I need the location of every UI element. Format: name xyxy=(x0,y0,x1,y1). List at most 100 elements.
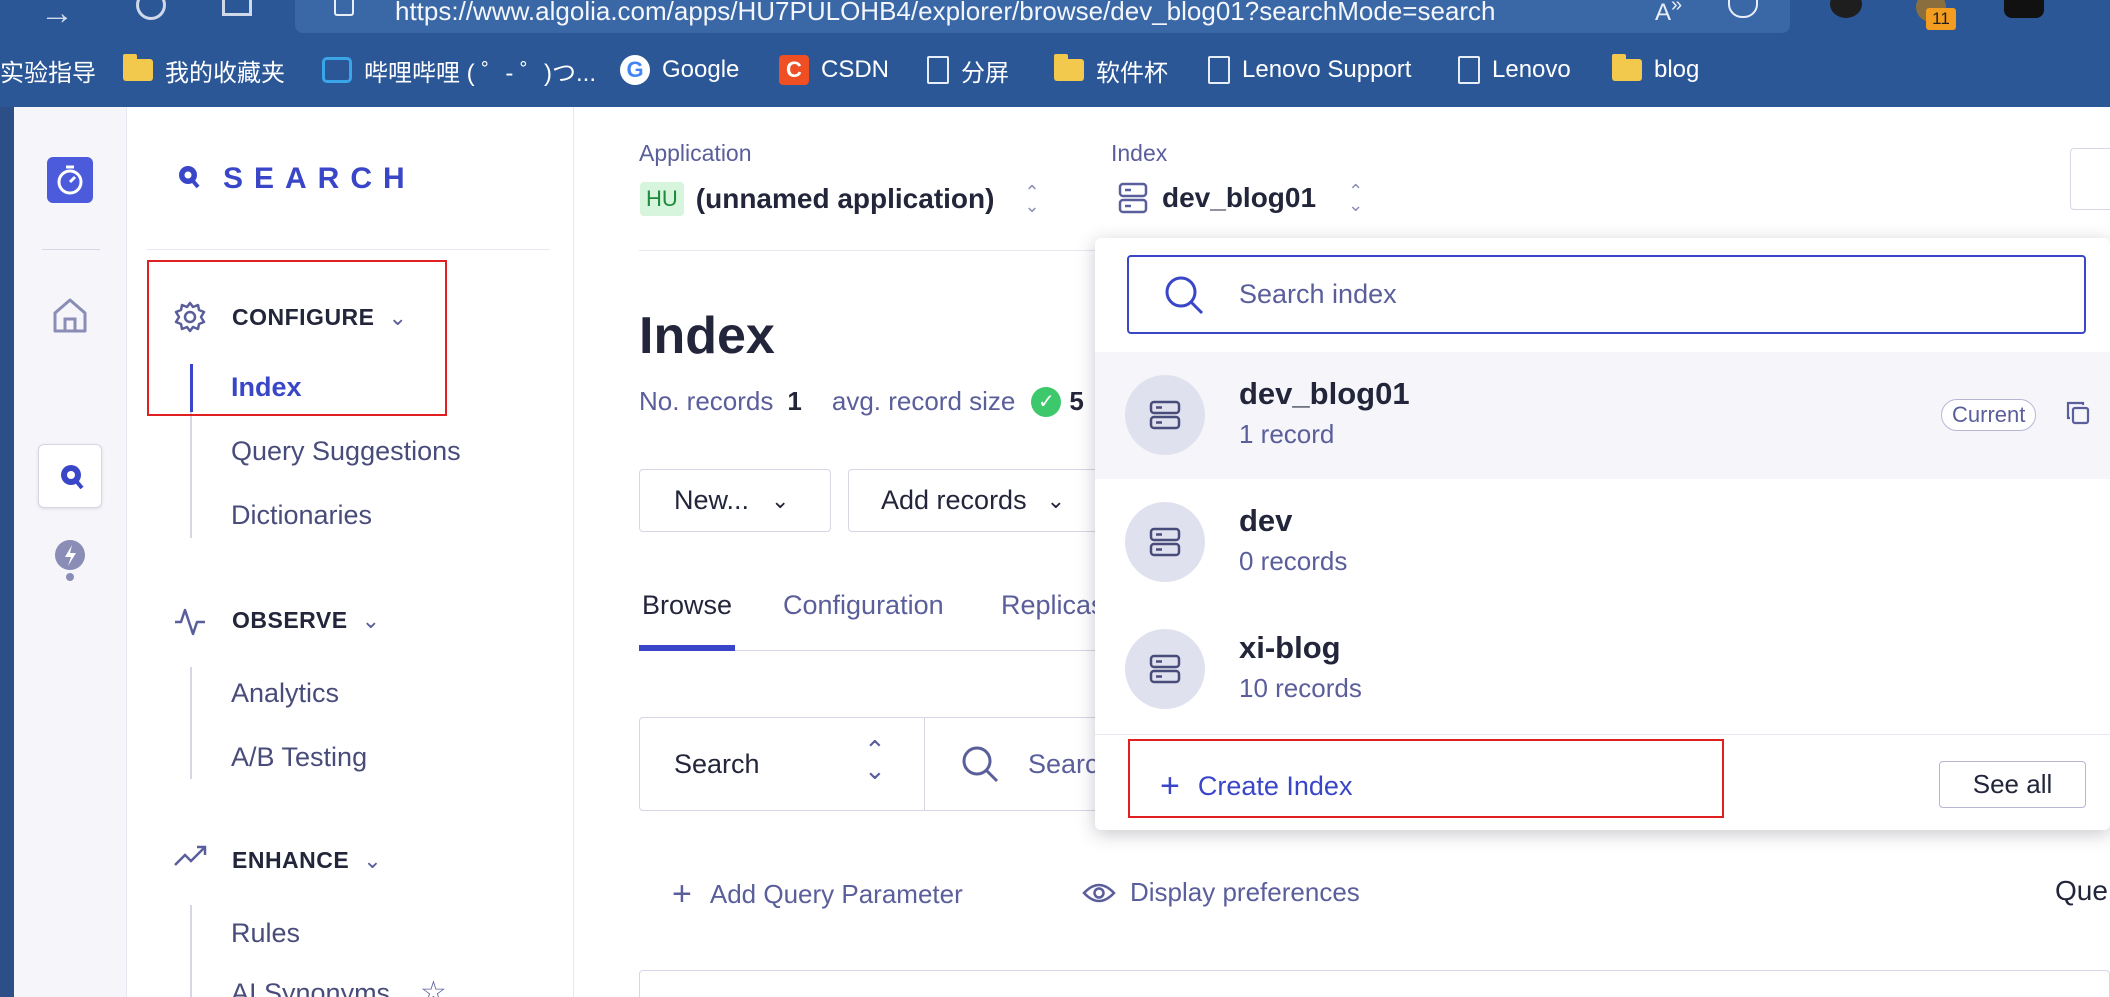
app-name: (unnamed application) xyxy=(695,183,995,214)
selector-arrows-icon: ⌃ ⌄ xyxy=(864,735,886,785)
query-cut-label: Que xyxy=(2055,875,2108,906)
add-query-parameter-button[interactable]: + Add Query Parameter xyxy=(672,875,963,914)
algolia-logo-icon[interactable] xyxy=(47,157,93,203)
chevron-down-icon: ⌄ xyxy=(363,847,383,873)
nav-divider xyxy=(147,249,550,250)
search-mode-select[interactable]: Search ⌃ ⌄ xyxy=(639,717,925,811)
index-search-input[interactable]: Search index xyxy=(1127,255,2086,334)
application-selector[interactable]: HU (unnamed application) ⌃ ⌄ xyxy=(640,182,1040,216)
tab-replicas[interactable]: Replicas xyxy=(1001,590,1105,621)
brand[interactable]: SEARCH xyxy=(177,162,416,196)
search-mode-label: Search xyxy=(674,748,760,779)
index-option-name: xi-blog xyxy=(1239,630,1341,665)
bookmark-3[interactable]: 哔哩哔哩 ( ゜- ゜)つ... xyxy=(322,53,596,87)
highlight-box xyxy=(1128,739,1724,818)
plus-icon: + xyxy=(672,875,692,913)
nav-item-analytics[interactable]: Analytics xyxy=(231,678,339,709)
observe-section-toggle[interactable]: OBSERVE ⌄ xyxy=(232,607,381,634)
bookmark-5[interactable]: C CSDN xyxy=(779,53,889,87)
home-icon[interactable] xyxy=(50,295,90,335)
enhance-section-toggle[interactable]: ENHANCE ⌄ xyxy=(232,847,382,874)
rail-divider xyxy=(42,249,100,250)
enhance-label: ENHANCE xyxy=(232,847,350,873)
bookmark-9[interactable]: Lenovo xyxy=(1458,53,1571,87)
folder-icon xyxy=(1054,54,1084,81)
add-records-label: Add records xyxy=(881,485,1027,515)
current-badge: Current xyxy=(1941,399,2037,431)
index-option-records: 10 records xyxy=(1239,673,1362,703)
nav-item-dictionaries[interactable]: Dictionaries xyxy=(231,500,372,531)
nav-item-rules[interactable]: Rules xyxy=(231,918,300,949)
page-title: Index xyxy=(639,307,775,365)
results-panel xyxy=(639,970,2110,997)
bookmark-label: Google xyxy=(662,56,740,83)
index-option-dev[interactable]: dev 0 records xyxy=(1095,479,2110,606)
nav-item-query-suggestions[interactable]: Query Suggestions xyxy=(231,436,461,467)
check-circle-icon: ✓ xyxy=(1031,386,1062,417)
chevron-down-icon: ⌄ xyxy=(771,487,790,513)
bookmark-10[interactable]: blog xyxy=(1612,53,1699,87)
brand-name: SEARCH xyxy=(223,162,416,195)
folder-icon xyxy=(1612,54,1642,81)
records-value: 1 xyxy=(787,386,802,416)
recommend-icon[interactable] xyxy=(50,537,90,583)
bookmark-label: Lenovo Support xyxy=(1242,56,1412,83)
chevron-down-icon: ⌄ xyxy=(1046,487,1066,513)
current-index-name: dev_blog01 xyxy=(1162,182,1317,213)
profile-icon[interactable] xyxy=(2004,0,2044,18)
eye-icon xyxy=(1082,883,1116,902)
tab-browse[interactable]: Browse xyxy=(642,590,732,621)
header-right-button[interactable] xyxy=(2070,148,2110,210)
home-icon[interactable] xyxy=(222,0,252,16)
bookmark-6[interactable]: 分屏 xyxy=(927,53,1009,87)
extension-icon[interactable] xyxy=(1830,0,1862,18)
bookmark-label: 分屏 xyxy=(961,59,1009,87)
csdn-icon: C xyxy=(779,55,809,85)
index-stats: No. records 1 avg. record size ✓ 5 xyxy=(639,386,1084,417)
index-option-dev-blog01[interactable]: dev_blog01 1 record Current xyxy=(1095,352,2110,479)
index-label: Index xyxy=(1111,140,1168,166)
browser-chrome: → https://www.algolia.com/apps/HU7PULOHB… xyxy=(0,0,2110,107)
index-search-placeholder: Search index xyxy=(1239,279,1397,309)
index-option-xi-blog[interactable]: xi-blog 10 records xyxy=(1095,606,2110,733)
header-divider xyxy=(639,250,1119,251)
url-text[interactable]: https://www.algolia.com/apps/HU7PULOHB4/… xyxy=(395,0,1496,27)
observe-label: OBSERVE xyxy=(232,607,348,633)
nav-item-ai-synonyms[interactable]: AI Synonyms xyxy=(231,978,390,997)
google-icon: G xyxy=(620,55,650,85)
search-icon xyxy=(962,746,999,783)
forward-icon[interactable]: → xyxy=(40,0,74,33)
search-product-button[interactable] xyxy=(38,444,102,508)
tab-configuration[interactable]: Configuration xyxy=(783,590,944,621)
extension-badge-count: 11 xyxy=(1926,8,1956,30)
display-preferences-button[interactable]: Display preferences xyxy=(1082,877,1360,908)
bookmark-label: blog xyxy=(1654,56,1700,83)
bookmark-8[interactable]: Lenovo Support xyxy=(1208,53,1411,87)
bookmark-label: 软件杯 xyxy=(1096,59,1168,87)
bookmark-4[interactable]: G Google xyxy=(620,53,739,87)
see-all-button[interactable]: See all xyxy=(1939,761,2086,808)
app-badge: HU xyxy=(640,182,684,216)
bookmark-7[interactable]: 软件杯 xyxy=(1054,53,1168,87)
records-label: No. records xyxy=(639,386,774,416)
copy-icon[interactable] xyxy=(2065,400,2091,426)
highlight-box xyxy=(147,260,447,416)
refresh-icon[interactable] xyxy=(136,0,166,20)
window-edge xyxy=(0,107,14,997)
index-selector[interactable]: dev_blog01 ⌃ ⌄ xyxy=(1118,182,1363,214)
add-records-button[interactable]: Add records ⌄ xyxy=(848,469,1108,532)
index-option-name: dev xyxy=(1239,503,1293,538)
folder-icon xyxy=(123,54,153,81)
nav-tree-line xyxy=(190,905,192,997)
records-search-input[interactable]: Search xyxy=(924,717,1120,811)
read-aloud-icon[interactable]: A» xyxy=(1655,0,1682,27)
bookmark-label: 实验指导 xyxy=(0,59,96,87)
page-icon xyxy=(927,56,949,84)
bookmark-2[interactable]: 我的收藏夹 xyxy=(123,53,285,87)
page-icon xyxy=(1458,56,1480,84)
new-button[interactable]: New... ⌄ xyxy=(639,469,831,532)
nav-item-ab-testing[interactable]: A/B Testing xyxy=(231,742,367,773)
lock-icon[interactable] xyxy=(334,0,354,16)
selector-arrows-icon: ⌃ ⌄ xyxy=(1348,181,1364,215)
bookmark-1[interactable]: 实验指导 xyxy=(0,53,96,87)
